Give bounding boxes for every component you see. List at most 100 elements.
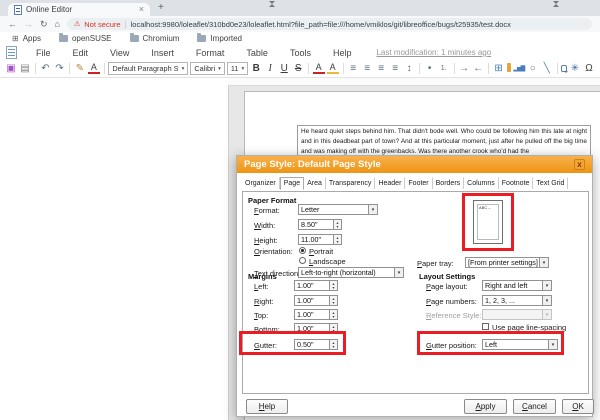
increase-indent-icon[interactable]: →	[458, 63, 470, 75]
tab-close-icon[interactable]: ×	[139, 5, 144, 14]
menu-item[interactable]: Table	[235, 48, 279, 58]
bold-button[interactable]: B	[250, 63, 262, 75]
dialog-tab[interactable]: Organizer	[242, 177, 280, 189]
apply-button[interactable]: Apply	[464, 399, 507, 414]
menu-item[interactable]: File	[25, 48, 62, 58]
margin-top-spinner[interactable]: 1.00" ▲▼	[294, 309, 338, 320]
chevron-down-icon[interactable]: ▾	[394, 268, 403, 277]
spinner-arrows-icon[interactable]: ▲▼	[333, 235, 341, 244]
spinner-arrows-icon[interactable]: ▲▼	[329, 281, 337, 290]
height-spinner[interactable]: 11.00" ▲▼	[298, 234, 342, 245]
strikethrough-button[interactable]: S	[292, 63, 304, 75]
spinner-arrows-icon[interactable]: ▲▼	[333, 220, 341, 229]
menu-item[interactable]: Help	[322, 48, 363, 58]
insert-line-icon[interactable]: ╲	[541, 63, 553, 75]
highlight-color-icon[interactable]: A	[327, 63, 339, 74]
dialog-close-icon[interactable]: x	[574, 159, 585, 170]
spinner-arrows-icon[interactable]: ▲▼	[329, 340, 337, 349]
page-numbers-select[interactable]: 1, 2, 3, ... ▾	[482, 295, 552, 306]
align-center-icon[interactable]: ≡	[361, 63, 373, 75]
undo-icon[interactable]: ↶	[39, 63, 51, 75]
insert-chart-icon[interactable]: ▂▅▇	[513, 63, 525, 75]
redo-icon[interactable]: ↷	[53, 63, 65, 75]
align-justify-icon[interactable]: ≡	[389, 63, 401, 75]
dialog-title-bar[interactable]: Page Style: Default Page Style x	[237, 156, 592, 173]
align-right-icon[interactable]: ≡	[375, 63, 387, 75]
margin-bottom-spinner[interactable]: 1.00" ▲▼	[294, 323, 338, 334]
bookmark-apps[interactable]: ⊞ Apps	[12, 34, 41, 43]
spinner-arrows-icon[interactable]: ▲▼	[329, 324, 337, 333]
last-modification-link[interactable]: Last modification: 1 minutes ago	[376, 48, 491, 57]
chevron-down-icon[interactable]: ▾	[548, 340, 557, 349]
help-button[interactable]: Help	[246, 399, 288, 414]
new-tab-button[interactable]: +	[158, 2, 164, 13]
margin-left-spinner[interactable]: 1.00" ▲▼	[294, 280, 338, 291]
font-color-icon[interactable]: A	[313, 63, 325, 74]
format-select[interactable]: Letter ▾	[298, 204, 378, 215]
ok-button[interactable]: OK	[562, 399, 594, 414]
width-spinner[interactable]: 8.50" ▲▼	[298, 219, 342, 230]
use-page-line-spacing-checkbox[interactable]	[482, 323, 489, 330]
insert-image-icon[interactable]	[507, 65, 511, 72]
chevron-down-icon[interactable]: ▾	[542, 296, 551, 305]
paragraph-style-select[interactable]: Default Paragraph St.. ▾	[108, 62, 188, 75]
spinner-arrows-icon[interactable]: ▲▼	[329, 296, 337, 305]
menu-item[interactable]: Tools	[279, 48, 322, 58]
dialog-tab[interactable]: Borders	[433, 177, 465, 189]
url-input[interactable]: ⚠ Not secure | localhost:9980/loleaflet/…	[67, 18, 592, 30]
margin-right-spinner[interactable]: 1.00" ▲▼	[294, 295, 338, 306]
page-layout-select[interactable]: Right and left ▾	[482, 280, 552, 291]
chevron-down-icon[interactable]: ▾	[539, 258, 548, 267]
not-secure-label[interactable]: Not secure	[84, 20, 120, 29]
forward-icon[interactable]: →	[24, 19, 33, 29]
back-icon[interactable]: ←	[8, 19, 17, 29]
insert-shape-icon[interactable]: ○	[527, 63, 539, 75]
menu-item[interactable]: Edit	[62, 48, 100, 58]
spinner-arrows-icon[interactable]: ▲▼	[329, 310, 337, 319]
print-icon[interactable]: ▤	[19, 63, 31, 75]
save-button[interactable]: ▣	[5, 63, 17, 75]
font-name-select[interactable]: Calibri ▾	[190, 62, 224, 75]
special-character-icon[interactable]: Ω	[583, 63, 595, 75]
decrease-indent-icon[interactable]: ←	[472, 63, 484, 75]
star-shape-icon[interactable]: ✳	[569, 63, 581, 75]
bullet-list-icon[interactable]: •	[424, 63, 436, 75]
bookmark-folder-chromium[interactable]: Chromium	[130, 34, 180, 43]
gutter-position-select[interactable]: Left ▾	[482, 339, 558, 350]
dialog-tab[interactable]: Transparency	[326, 177, 376, 189]
dialog-tab[interactable]: Page	[280, 177, 304, 190]
menu-item[interactable]: Format	[185, 48, 236, 58]
insert-comment-icon[interactable]	[561, 65, 567, 72]
clear-formatting-icon[interactable]: A	[88, 63, 100, 74]
dialog-tab[interactable]: Footnote	[499, 177, 534, 189]
dialog-tab[interactable]: Footer	[405, 177, 432, 189]
gutter-margin-spinner[interactable]: 0.50" ▲▼	[294, 339, 338, 350]
underline-button[interactable]: U	[278, 63, 290, 75]
text-direction-select[interactable]: Left-to-right (horizontal) ▾	[298, 267, 404, 278]
italic-button[interactable]: I	[264, 63, 276, 75]
dialog-tab[interactable]: Area	[304, 177, 326, 189]
reference-style-select[interactable]: ▾	[482, 309, 552, 320]
reload-icon[interactable]: ↻	[40, 19, 48, 30]
line-spacing-icon[interactable]: ↕	[403, 63, 415, 75]
bookmark-folder-imported[interactable]: Imported	[197, 34, 242, 43]
font-size-select[interactable]: 11 ▾	[227, 62, 248, 75]
home-icon[interactable]: ⌂	[55, 19, 60, 29]
menu-item[interactable]: Insert	[140, 48, 185, 58]
align-left-icon[interactable]: ≡	[347, 63, 359, 75]
dialog-tab[interactable]: Header	[375, 177, 405, 189]
portrait-radio[interactable]	[299, 247, 306, 254]
cancel-button[interactable]: Cancel	[513, 399, 556, 414]
landscape-radio[interactable]	[299, 257, 306, 264]
paragraph-text-frame[interactable]: He heard quiet steps behind him. That di…	[297, 125, 591, 158]
menu-item[interactable]: View	[99, 48, 140, 58]
horizontal-ruler[interactable]: 123456789101112131415161718	[228, 78, 600, 86]
numbered-list-icon[interactable]: 1.	[438, 63, 450, 75]
dialog-tab[interactable]: Text Grid	[533, 177, 568, 189]
indent-marker-icon[interactable]	[269, 1, 275, 7]
dialog-tab[interactable]: Columns	[464, 177, 499, 189]
bookmark-folder-opensuse[interactable]: openSUSE	[59, 34, 112, 43]
chevron-down-icon[interactable]: ▾	[368, 205, 377, 214]
insert-table-icon[interactable]: ⊞	[493, 63, 505, 75]
indent-marker-icon[interactable]	[553, 1, 559, 7]
